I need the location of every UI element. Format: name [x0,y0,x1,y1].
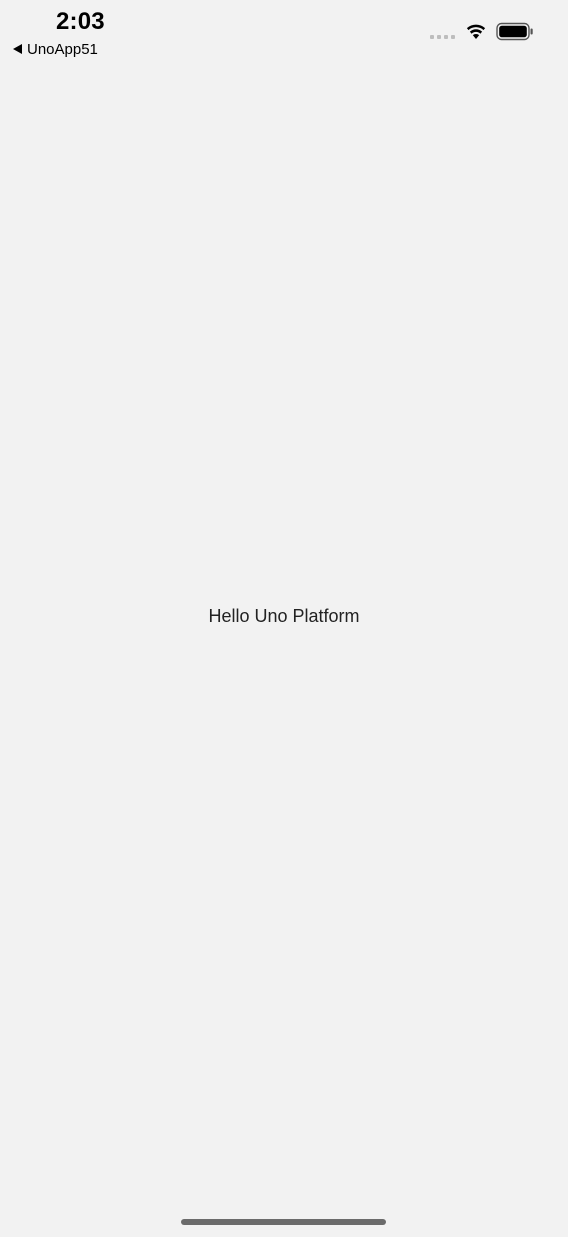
hello-text: Hello Uno Platform [208,606,360,626]
back-to-app-link[interactable]: UnoApp51 [13,40,98,58]
cellular-signal-icon [430,35,455,39]
app-screen: 2:03 UnoApp51 Hello Uno Platform [0,0,568,1237]
battery-icon [496,22,533,41]
signal-dot [437,35,441,39]
wifi-icon [466,24,486,39]
signal-dot [444,35,448,39]
back-app-label: UnoApp51 [27,40,98,58]
status-time: 2:03 [56,8,105,35]
signal-dot [430,35,434,39]
signal-dot [451,35,455,39]
status-bar: 2:03 UnoApp51 [0,0,568,70]
home-indicator[interactable] [181,1219,386,1225]
back-arrow-icon [13,44,22,54]
